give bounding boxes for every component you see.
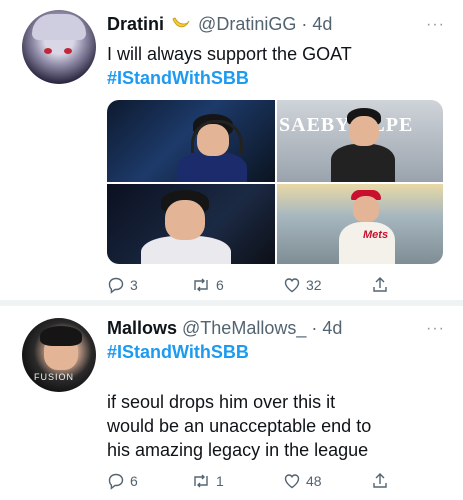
tweet-actions: 3 6 32 [107,276,407,300]
retweet-icon [191,472,211,490]
reply-count: 6 [130,473,138,489]
user-handle[interactable]: @DratiniGG [198,14,296,34]
avatar-hair [32,14,86,40]
reply-button[interactable]: 3 [107,276,138,294]
retweet-icon [191,276,211,294]
like-button[interactable]: 32 [283,276,322,294]
jersey-text: Mets [363,229,389,241]
photo-banner[interactable]: SAEBY ULPE [277,100,443,182]
share-button[interactable] [371,276,389,294]
photo-face [165,200,205,240]
banana-emoji-icon [171,15,191,38]
more-options-icon[interactable]: ··· [426,320,445,338]
headset [191,120,243,153]
tweet-header: Mallows @TheMallows_ · 4d [107,318,343,338]
avatar[interactable]: FUSION [22,318,96,392]
photo-body [331,144,395,182]
photo-portrait[interactable] [107,184,275,264]
display-name[interactable]: Mallows [107,318,177,338]
share-icon [371,472,389,490]
tweet-mallows[interactable]: FUSION Mallows @TheMallows_ · 4d ··· #IS… [0,306,463,500]
share-button[interactable] [371,472,389,490]
hashtag-link[interactable]: #IStandWithSBB [107,342,249,363]
tweet-text: I will always support the GOAT [107,44,352,64]
avatar-eye-left [44,48,52,54]
timestamp[interactable]: 4d [322,318,342,338]
heart-icon [283,472,301,490]
media-grid[interactable]: SAEBY ULPE Mets [107,100,443,264]
photo-face [353,196,379,222]
share-icon [371,276,389,294]
avatar[interactable] [22,10,96,84]
reply-button[interactable]: 6 [107,472,138,490]
avatar-hair [40,326,82,346]
avatar-logo: FUSION [34,372,75,382]
display-name[interactable]: Dratini [107,14,164,34]
tweet-dratini[interactable]: Dratini @DratiniGG · 4d ··· I will alway… [0,0,463,300]
more-options-icon[interactable]: ··· [426,16,445,34]
avatar-eye-right [64,48,72,54]
reply-icon [107,276,125,294]
retweet-button[interactable]: 1 [191,472,224,490]
photo-face [349,116,379,146]
timestamp[interactable]: 4d [312,14,332,34]
like-count: 48 [306,473,322,489]
reply-icon [107,472,125,490]
retweet-count: 1 [216,473,224,489]
photo-body [177,152,247,182]
like-count: 32 [306,277,322,293]
tweet-text-line: his amazing legacy in the league [107,440,369,460]
heart-icon [283,276,301,294]
retweet-count: 6 [216,277,224,293]
photo-body [141,236,231,264]
tweet-header: Dratini @DratiniGG · 4d [107,14,332,38]
tweet-actions: 6 1 48 [107,472,407,496]
reply-count: 3 [130,277,138,293]
user-handle[interactable]: @TheMallows_ [182,318,306,338]
photo-gaming-headset[interactable] [107,100,275,182]
tweet-text-line: if seoul drops him over this it [107,392,336,412]
like-button[interactable]: 48 [283,472,322,490]
retweet-button[interactable]: 6 [191,276,224,294]
hashtag-link[interactable]: #IStandWithSBB [107,68,249,89]
tweet-text-line: would be an unacceptable end to [107,416,372,436]
photo-mets-jersey[interactable]: Mets [277,184,443,264]
